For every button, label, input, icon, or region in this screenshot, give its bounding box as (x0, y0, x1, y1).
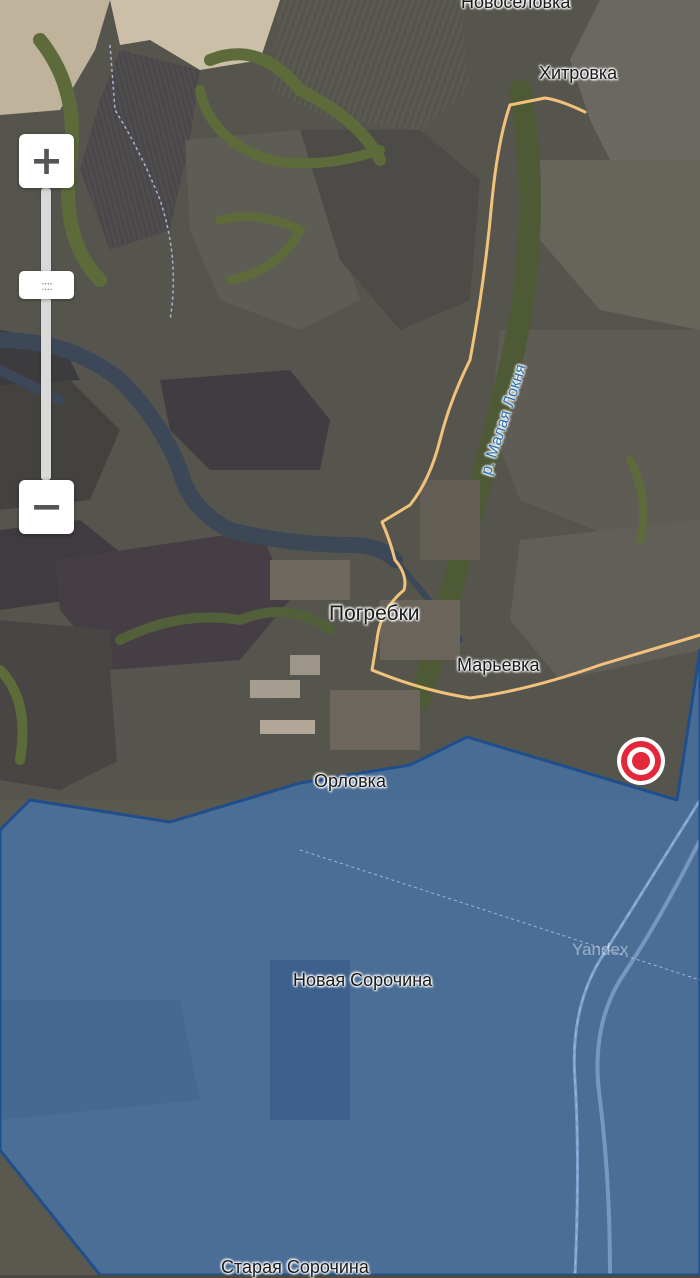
zoom-slider-handle[interactable]: :::: (19, 271, 74, 299)
satellite-map[interactable] (0, 0, 700, 1275)
zoom-out-button[interactable]: − (19, 480, 74, 534)
label-maryevka: Марьевка (457, 655, 539, 676)
label-orlovka: Орловка (314, 771, 386, 792)
yandex-watermark: Yandex (572, 940, 628, 960)
label-khitrovka: Хитровка (539, 63, 617, 84)
label-pogrebki: Погребки (329, 602, 420, 626)
location-marker-icon[interactable] (616, 736, 666, 786)
zoom-slider-track[interactable] (41, 188, 51, 480)
label-novaya-sorochina: Новая Сорочина (293, 970, 432, 991)
label-novoselovka: Новоселовка (461, 0, 570, 13)
zoom-in-button[interactable]: + (19, 134, 74, 188)
